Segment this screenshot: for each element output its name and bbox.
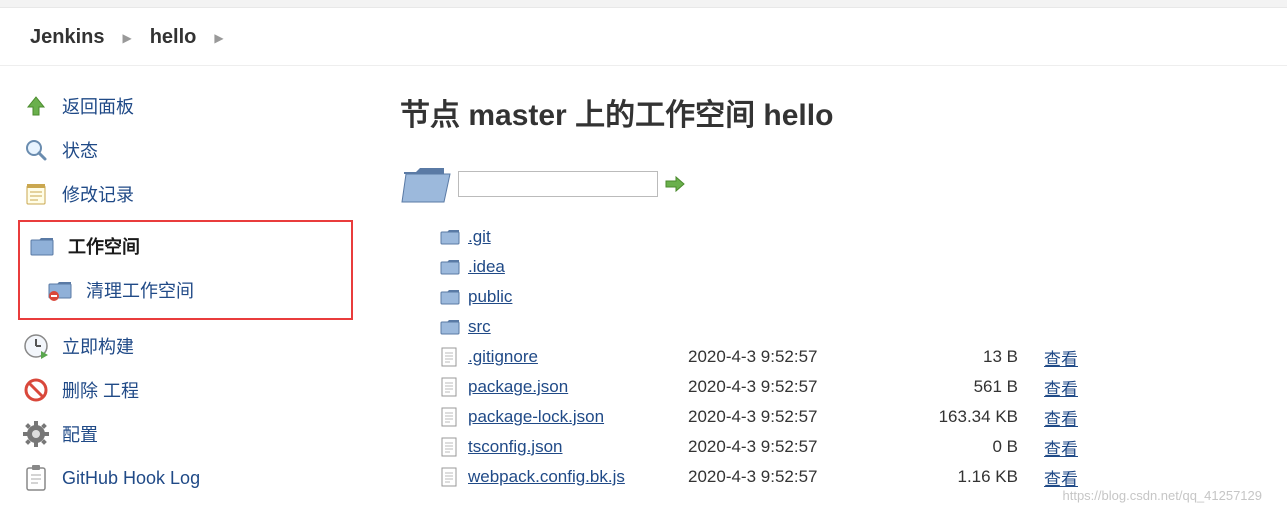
folder-row[interactable]: public [440,282,1252,312]
folder-small-icon [440,288,468,306]
file-link[interactable]: tsconfig.json [468,437,688,457]
path-row [400,162,1252,206]
sidebar-item-build-now[interactable]: 立即构建 [18,324,380,368]
file-view-link[interactable]: 查看 [1018,405,1078,430]
sidebar-item-changes[interactable]: 修改记录 [18,172,380,216]
file-view-link[interactable]: 查看 [1018,465,1078,490]
file-size: 1.16 KB [868,467,1018,487]
file-date: 2020-4-3 9:52:57 [688,377,868,397]
file-row: package-lock.json 2020-4-3 9:52:57 163.3… [440,402,1252,432]
file-date: 2020-4-3 9:52:57 [688,467,868,487]
breadcrumbs: Jenkins ▶ hello ▶ [0,8,1287,66]
folder-open-icon [400,162,452,206]
sidebar-item-label: 返回面板 [62,93,134,119]
folder-icon [28,232,56,260]
file-icon [440,347,468,367]
file-link[interactable]: .gitignore [468,347,688,367]
file-row: .gitignore 2020-4-3 9:52:57 13 B 查看 [440,342,1252,372]
sidebar: 返回面板 状态 修改记录 工作空间 [0,84,380,500]
folder-link[interactable]: .idea [468,257,688,277]
file-date: 2020-4-3 9:52:57 [688,407,868,427]
magnifier-icon [22,136,50,164]
main-content: 节点 master 上的工作空间 hello .git .idea [380,84,1287,500]
folder-small-icon [440,318,468,336]
sidebar-item-delete[interactable]: 删除 工程 [18,368,380,412]
file-link[interactable]: package.json [468,377,688,397]
clock-play-icon [22,332,50,360]
folder-row[interactable]: src [440,312,1252,342]
file-size: 13 B [868,347,1018,367]
file-date: 2020-4-3 9:52:57 [688,437,868,457]
file-row: package.json 2020-4-3 9:52:57 561 B 查看 [440,372,1252,402]
folder-small-icon [440,228,468,246]
file-list: .git .idea public src .gitignore [440,222,1252,492]
file-link[interactable]: package-lock.json [468,407,688,427]
sidebar-item-wipe-workspace[interactable]: 清理工作空间 [42,268,347,312]
folder-delete-icon [46,276,74,304]
breadcrumb-sep: ▶ [122,31,131,45]
go-arrow-icon[interactable] [664,173,686,195]
file-size: 561 B [868,377,1018,397]
folder-link[interactable]: src [468,317,688,337]
folder-row[interactable]: .idea [440,252,1252,282]
sidebar-item-label: 状态 [62,137,98,163]
sidebar-item-github-log[interactable]: GitHub Hook Log [18,456,380,500]
sidebar-item-status[interactable]: 状态 [18,128,380,172]
folder-link[interactable]: public [468,287,688,307]
top-bar [0,0,1287,8]
folder-small-icon [440,258,468,276]
sidebar-item-label: 配置 [62,421,98,447]
file-date: 2020-4-3 9:52:57 [688,347,868,367]
folder-link[interactable]: .git [468,227,688,247]
file-size: 0 B [868,437,1018,457]
sidebar-item-label: 修改记录 [62,181,134,207]
sidebar-item-label: 工作空间 [68,233,140,259]
path-input[interactable] [458,171,658,197]
file-icon [440,467,468,487]
delete-icon [22,376,50,404]
folder-row[interactable]: .git [440,222,1252,252]
file-icon [440,437,468,457]
page-title: 节点 master 上的工作空间 hello [400,90,1252,134]
workspace-highlight: 工作空间 清理工作空间 [18,220,353,320]
sidebar-item-workspace[interactable]: 工作空间 [24,224,347,268]
breadcrumb-jenkins[interactable]: Jenkins [30,26,104,49]
file-link[interactable]: webpack.config.bk.js [468,467,688,487]
sidebar-item-label: GitHub Hook Log [62,468,200,489]
sidebar-item-label: 清理工作空间 [86,277,194,303]
file-size: 163.34 KB [868,407,1018,427]
sidebar-item-back[interactable]: 返回面板 [18,84,380,128]
breadcrumb-hello[interactable]: hello [150,26,197,49]
file-icon [440,377,468,397]
sidebar-item-label: 立即构建 [62,333,134,359]
watermark: https://blog.csdn.net/qq_41257129 [1063,488,1263,503]
file-view-link[interactable]: 查看 [1018,375,1078,400]
up-arrow-icon [22,92,50,120]
file-icon [440,407,468,427]
gear-icon [22,420,50,448]
notepad-icon [22,180,50,208]
file-view-link[interactable]: 查看 [1018,345,1078,370]
file-row: tsconfig.json 2020-4-3 9:52:57 0 B 查看 [440,432,1252,462]
file-view-link[interactable]: 查看 [1018,435,1078,460]
breadcrumb-sep: ▶ [214,31,223,45]
clipboard-icon [22,464,50,492]
sidebar-item-label: 删除 工程 [62,377,139,403]
sidebar-item-configure[interactable]: 配置 [18,412,380,456]
